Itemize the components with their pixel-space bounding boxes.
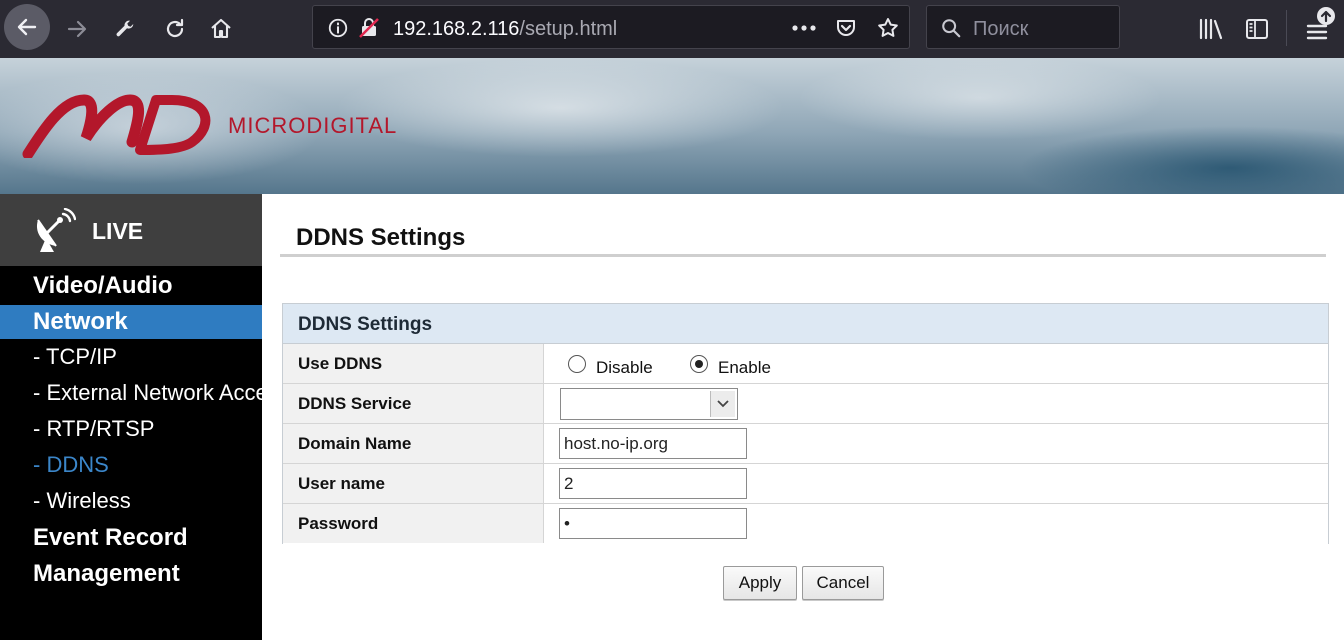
panel-title: DDNS Settings	[298, 314, 433, 335]
search-bar[interactable]: Поиск	[926, 5, 1120, 49]
back-button[interactable]	[4, 4, 50, 50]
brand-name: MICRODIGITAL	[228, 113, 398, 138]
nav-external-network-access[interactable]: - External Network Access	[0, 376, 262, 410]
page-actions-button[interactable]	[789, 16, 819, 40]
sidebar-toggle-button[interactable]	[1242, 14, 1272, 44]
toolbar-separator	[1286, 10, 1287, 46]
reload-button[interactable]	[160, 14, 190, 44]
star-icon	[878, 18, 898, 37]
search-placeholder: Поиск	[973, 18, 1029, 40]
customize-button[interactable]	[110, 14, 140, 44]
cancel-button[interactable]: Cancel	[802, 566, 884, 600]
url-path: /setup.html	[519, 18, 618, 40]
library-icon	[1199, 18, 1223, 40]
md-logo-icon	[22, 94, 211, 158]
password-label: Password	[298, 514, 379, 533]
use-ddns-row: Use DDNS Disable Enable	[283, 344, 1328, 384]
url-host: 192.168.2.116	[393, 18, 520, 40]
panel-header: DDNS Settings	[283, 304, 1328, 344]
user-name-label: User name	[298, 474, 385, 493]
satellite-dish-icon	[36, 208, 76, 252]
user-name-row: User name	[283, 464, 1328, 504]
live-button[interactable]: LIVE	[0, 194, 262, 266]
arrow-right-icon	[67, 20, 87, 38]
disable-radio-label: Disable	[596, 358, 653, 377]
apply-button[interactable]: Apply	[723, 566, 797, 600]
pocket-button[interactable]	[833, 15, 859, 41]
domain-name-row: Domain Name	[283, 424, 1328, 464]
user-name-input[interactable]	[559, 468, 747, 499]
domain-name-input[interactable]	[559, 428, 747, 459]
enable-radio-label: Enable	[718, 358, 771, 377]
pocket-icon	[837, 20, 855, 36]
sidebar-icon	[1246, 19, 1268, 39]
menu-button[interactable]	[1302, 4, 1338, 48]
ddns-service-label-cell: DDNS Service	[283, 384, 544, 423]
nav-event-record[interactable]: Event Record	[0, 521, 262, 555]
arrow-left-icon	[17, 18, 37, 36]
ddns-service-row: DDNS Service	[283, 384, 1328, 424]
live-label: LIVE	[92, 218, 144, 244]
select-arrow[interactable]	[710, 391, 735, 417]
ddns-service-select[interactable]	[560, 388, 738, 420]
info-icon[interactable]	[327, 17, 349, 39]
password-input[interactable]	[559, 508, 747, 539]
page-title: DDNS Settings	[296, 224, 466, 251]
bookmark-star-button[interactable]	[875, 15, 901, 41]
disable-radio[interactable]	[568, 355, 586, 373]
wrench-icon	[116, 20, 134, 37]
ddns-settings-panel: DDNS Settings Use DDNS Disable Enable DD…	[282, 303, 1329, 544]
user-name-label-cell: User name	[283, 464, 544, 503]
nav-wireless[interactable]: - Wireless	[0, 484, 262, 518]
sidebar: LIVE Video/Audio Network - TCP/IP - Exte…	[0, 194, 262, 640]
domain-name-label-cell: Domain Name	[283, 424, 544, 463]
reload-icon	[166, 18, 184, 38]
nav-network[interactable]: Network	[0, 305, 262, 339]
header-banner: MICRODIGITAL	[0, 58, 1344, 194]
nav-ddns[interactable]: - DDNS	[0, 448, 262, 482]
insecure-lock-icon[interactable]	[357, 16, 381, 40]
password-row: Password	[283, 504, 1328, 544]
nav-management[interactable]: Management	[0, 557, 262, 591]
title-divider	[280, 254, 1326, 257]
chevron-down-icon	[717, 400, 729, 408]
url-text: 192.168.2.116/setup.html	[393, 18, 617, 41]
password-label-cell: Password	[283, 504, 544, 543]
nav-rtp-rtsp[interactable]: - RTP/RTSP	[0, 412, 262, 446]
use-ddns-label-cell: Use DDNS	[283, 344, 544, 383]
library-button[interactable]	[1196, 14, 1226, 44]
nav-tcp-ip[interactable]: - TCP/IP	[0, 340, 262, 374]
search-icon	[939, 16, 963, 40]
home-icon	[211, 18, 231, 39]
ddns-service-label: DDNS Service	[298, 394, 412, 413]
use-ddns-label: Use DDNS	[298, 354, 383, 373]
forward-button[interactable]	[62, 14, 92, 44]
enable-radio[interactable]	[690, 355, 708, 373]
domain-name-label: Domain Name	[298, 434, 412, 453]
url-bar[interactable]: 192.168.2.116/setup.html	[312, 5, 910, 49]
nav-video-audio[interactable]: Video/Audio	[0, 269, 262, 303]
hamburger-menu-icon	[1306, 7, 1335, 40]
browser-toolbar: 192.168.2.116/setup.html Поиск	[0, 0, 1344, 58]
home-button[interactable]	[206, 14, 236, 44]
more-dots-icon	[792, 25, 816, 31]
